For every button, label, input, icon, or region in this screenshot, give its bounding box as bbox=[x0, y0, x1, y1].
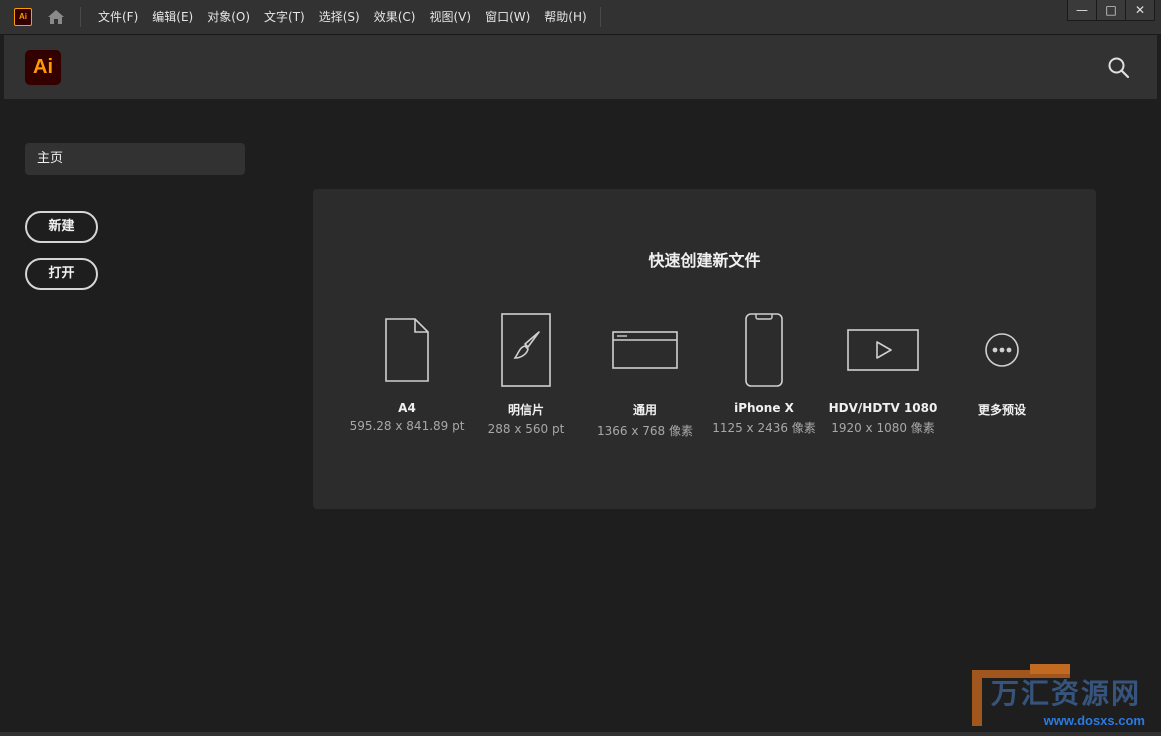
open-button[interactable]: 打开 bbox=[25, 258, 98, 290]
preset-name: 明信片 bbox=[507, 403, 544, 417]
preset-iphone-x[interactable]: iPhone X 1125 x 2436 像素 bbox=[704, 309, 824, 436]
close-button[interactable]: ✕ bbox=[1125, 0, 1154, 20]
menu-view[interactable]: 视图(V) bbox=[422, 0, 478, 34]
preset-name: iPhone X bbox=[734, 401, 794, 415]
preset-size: 1125 x 2436 像素 bbox=[712, 421, 816, 435]
preset-name: A4 bbox=[398, 401, 416, 415]
menu-divider bbox=[80, 7, 81, 27]
illustrator-logo: Ai bbox=[25, 50, 61, 85]
menu-edit[interactable]: 编辑(E) bbox=[145, 0, 200, 34]
preset-general[interactable]: 通用 1366 x 768 像素 bbox=[585, 309, 705, 439]
maximize-button[interactable]: □ bbox=[1096, 0, 1125, 20]
quick-create-panel: 快速创建新文件 A4 595.28 x 841.89 pt 明信片 288 x … bbox=[313, 189, 1096, 509]
menu-help[interactable]: 帮助(H) bbox=[537, 0, 593, 34]
video-icon bbox=[823, 309, 943, 391]
menu-bar: Ai 文件(F) 编辑(E) 对象(O) 文字(T) 选择(S) 效果(C) 视… bbox=[0, 0, 1161, 35]
preset-size: 1366 x 768 像素 bbox=[597, 424, 693, 438]
window-bottom-border bbox=[0, 732, 1161, 736]
preset-hdtv[interactable]: HDV/HDTV 1080 1920 x 1080 像素 bbox=[823, 309, 943, 436]
menu-window[interactable]: 窗口(W) bbox=[478, 0, 537, 34]
app-icon: Ai bbox=[14, 8, 32, 26]
home-header: Ai bbox=[4, 35, 1157, 99]
search-icon[interactable] bbox=[1107, 56, 1131, 80]
menu-object[interactable]: 对象(O) bbox=[200, 0, 257, 34]
quick-create-title: 快速创建新文件 bbox=[648, 251, 761, 270]
preset-name: HDV/HDTV 1080 bbox=[828, 401, 938, 415]
home-icon[interactable] bbox=[46, 7, 66, 27]
sidebar-item-home[interactable]: 主页 bbox=[25, 143, 245, 175]
phone-icon bbox=[704, 309, 824, 391]
preset-a4[interactable]: A4 595.28 x 841.89 pt bbox=[347, 309, 467, 433]
watermark-logo: 万汇资源网 www.dosxs.com bbox=[970, 662, 1155, 732]
document-icon bbox=[347, 309, 467, 391]
preset-size: 1920 x 1080 像素 bbox=[831, 421, 935, 435]
preset-name: 更多预设 bbox=[977, 403, 1026, 417]
new-button[interactable]: 新建 bbox=[25, 211, 98, 243]
preset-postcard[interactable]: 明信片 288 x 560 pt bbox=[466, 309, 586, 436]
menu-effect[interactable]: 效果(C) bbox=[367, 0, 423, 34]
menu-file[interactable]: 文件(F) bbox=[91, 0, 145, 34]
brush-card-icon bbox=[466, 309, 586, 391]
browser-window-icon bbox=[585, 309, 705, 391]
more-icon bbox=[942, 309, 1062, 391]
menu-select[interactable]: 选择(S) bbox=[312, 0, 367, 34]
menu-type[interactable]: 文字(T) bbox=[257, 0, 312, 34]
watermark-url: www.dosxs.com bbox=[1043, 713, 1145, 728]
watermark-text: 万汇资源网 bbox=[990, 677, 1141, 710]
window-controls: — □ ✕ bbox=[1067, 0, 1155, 21]
menu-divider bbox=[599, 7, 601, 27]
preset-name: 通用 bbox=[632, 403, 657, 417]
preset-size: 288 x 560 pt bbox=[487, 422, 565, 436]
minimize-button[interactable]: — bbox=[1068, 0, 1096, 20]
preset-size: 595.28 x 841.89 pt bbox=[349, 419, 465, 433]
preset-more[interactable]: 更多预设 bbox=[942, 309, 1062, 422]
